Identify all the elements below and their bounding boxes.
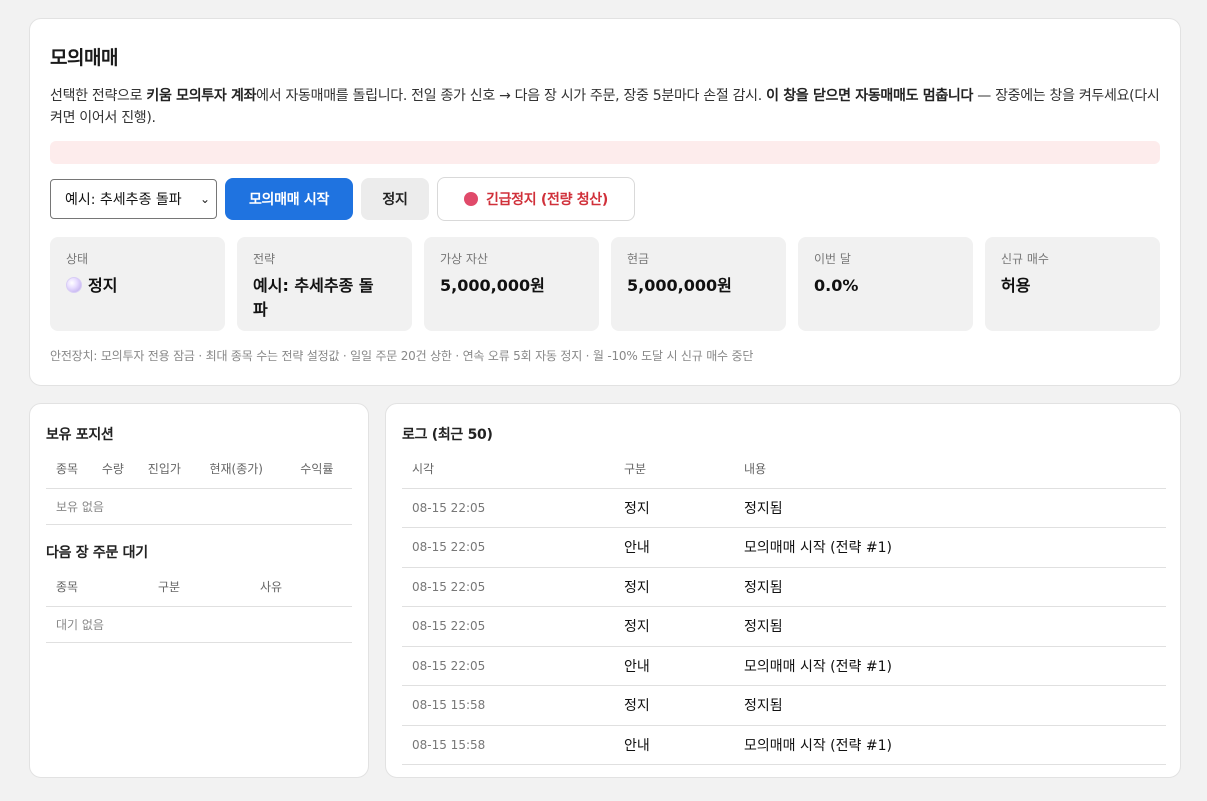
- desc-text: 선택한 전략으로: [50, 88, 147, 104]
- column-header: 현재(종가): [199, 450, 291, 489]
- log-message: 정지됨: [734, 488, 1166, 528]
- stat-value: 5,000,000원: [627, 276, 732, 295]
- log-kind: 정지: [614, 685, 734, 726]
- log-table: 시각 구분 내용 08-15 22:05 정지 정지됨 08-15 22:05 …: [402, 450, 1166, 765]
- stat-label: 이번 달: [814, 252, 851, 266]
- pending-table: 종목 구분 사유 대기 없음: [46, 568, 352, 643]
- column-header: 종목: [46, 450, 92, 489]
- empty-message: 대기 없음: [46, 606, 352, 643]
- log-message: 모의매매 시작 (전략 #1): [734, 725, 1166, 765]
- stat-this-month: 이번 달 0.0%: [798, 237, 973, 331]
- table-row: 08-15 15:58 정지 정지됨: [402, 685, 1166, 726]
- pending-title: 다음 장 주문 대기: [46, 545, 148, 561]
- chevron-down-icon: ⌄: [199, 192, 210, 206]
- column-header: 사유: [250, 568, 352, 607]
- column-header: 종목: [46, 568, 148, 607]
- stat-label: 전략: [253, 252, 276, 266]
- safety-note: 안전장치: 모의투자 전용 잠금 · 최대 종목 수는 전략 설정값 · 일일 …: [50, 349, 754, 363]
- column-header: 진입가: [137, 450, 200, 489]
- table-row: 대기 없음: [46, 606, 352, 643]
- positions-panel: 보유 포지션 종목 수량 진입가 현재(종가) 수익률 보유 없음 다음 장 주…: [29, 403, 369, 778]
- table-header-row: 종목 수량 진입가 현재(종가) 수익률: [46, 450, 352, 489]
- log-time: 08-15 22:05: [402, 488, 614, 528]
- log-time: 08-15 22:05: [402, 646, 614, 686]
- log-panel: 로그 (최근 50) 시각 구분 내용 08-15 22:05 정지 정지됨 0…: [385, 403, 1181, 778]
- strategy-select[interactable]: 예시: 추세추종 돌파 ⌄: [50, 179, 217, 219]
- stat-value: 0.0%: [814, 276, 859, 295]
- stat-label: 상태: [66, 252, 89, 266]
- log-kind: 정지: [614, 567, 734, 607]
- stat-virtual-assets: 가상 자산 5,000,000원: [424, 237, 599, 331]
- stat-label: 현금: [627, 252, 650, 266]
- stats-row: 상태 정지 전략 예시: 추세추종 돌파 가상 자산 5,000,000원 현금…: [50, 237, 1160, 331]
- red-circle-icon: [464, 192, 478, 206]
- table-header-row: 시각 구분 내용: [402, 450, 1166, 489]
- log-message: 정지됨: [734, 685, 1166, 726]
- table-row: 08-15 22:05 정지 정지됨: [402, 606, 1166, 647]
- column-header: 수량: [91, 450, 138, 489]
- table-row: 보유 없음: [46, 488, 352, 525]
- stat-new-buy: 신규 매수 허용: [985, 237, 1160, 331]
- column-header: 수익률: [290, 450, 352, 489]
- stat-label: 신규 매수: [1001, 252, 1049, 266]
- main-panel: 모의매매 선택한 전략으로 키움 모의투자 계좌에서 자동매매를 돌립니다. 전…: [29, 18, 1181, 386]
- log-kind: 안내: [614, 725, 734, 765]
- table-header-row: 종목 구분 사유: [46, 568, 352, 607]
- stat-status: 상태 정지: [50, 237, 225, 331]
- positions-title: 보유 포지션: [46, 427, 114, 443]
- empty-message: 보유 없음: [46, 488, 352, 525]
- description: 선택한 전략으로 키움 모의투자 계좌에서 자동매매를 돌립니다. 전일 종가 …: [50, 85, 1160, 129]
- log-time: 08-15 15:58: [402, 685, 614, 726]
- log-message: 모의매매 시작 (전략 #1): [734, 527, 1166, 568]
- stat-value: 5,000,000원: [440, 276, 545, 295]
- stat-value: 허용: [1001, 276, 1031, 295]
- table-row: 08-15 22:05 정지 정지됨: [402, 488, 1166, 528]
- status-value: 정지: [88, 276, 118, 295]
- log-kind: 정지: [614, 606, 734, 647]
- column-header: 구분: [148, 568, 250, 607]
- stat-value: 정지: [66, 274, 209, 298]
- page-title: 모의매매: [50, 47, 118, 69]
- stop-button[interactable]: 정지: [361, 178, 429, 220]
- table-row: 08-15 22:05 정지 정지됨: [402, 567, 1166, 607]
- emergency-stop-button[interactable]: 긴급정지 (전량 청산): [437, 177, 635, 221]
- stat-strategy: 전략 예시: 추세추종 돌파: [237, 237, 412, 331]
- desc-text: 에서 자동매매를 돌립니다. 전일 종가 신호 → 다음 장 시가 주문, 장중…: [256, 88, 767, 104]
- log-kind: 정지: [614, 488, 734, 528]
- start-button[interactable]: 모의매매 시작: [225, 178, 353, 220]
- log-kind: 안내: [614, 527, 734, 568]
- alert-bar: [50, 141, 1160, 164]
- column-header: 구분: [614, 450, 734, 489]
- stat-label: 가상 자산: [440, 252, 488, 266]
- strategy-select-value: 예시: 추세추종 돌파: [65, 192, 182, 208]
- log-time: 08-15 22:05: [402, 527, 614, 568]
- stat-value: 예시: 추세추종 돌파: [253, 276, 374, 319]
- log-message: 정지됨: [734, 567, 1166, 607]
- log-time: 08-15 15:58: [402, 725, 614, 765]
- positions-table: 종목 수량 진입가 현재(종가) 수익률 보유 없음: [46, 450, 352, 525]
- desc-bold-warning: 이 창을 닫으면 자동매매도 멈춥니다: [766, 88, 974, 104]
- column-header: 시각: [402, 450, 614, 489]
- table-row: 08-15 15:58 안내 모의매매 시작 (전략 #1): [402, 725, 1166, 765]
- stat-cash: 현금 5,000,000원: [611, 237, 786, 331]
- log-kind: 안내: [614, 646, 734, 686]
- table-row: 08-15 22:05 안내 모의매매 시작 (전략 #1): [402, 646, 1166, 686]
- log-time: 08-15 22:05: [402, 567, 614, 607]
- moon-icon: [66, 277, 82, 293]
- emergency-stop-label: 긴급정지 (전량 청산): [486, 192, 608, 208]
- log-title: 로그 (최근 50): [402, 427, 493, 443]
- column-header: 내용: [734, 450, 1166, 489]
- log-message: 정지됨: [734, 606, 1166, 647]
- desc-bold-account: 키움 모의투자 계좌: [146, 88, 257, 104]
- log-time: 08-15 22:05: [402, 606, 614, 647]
- log-message: 모의매매 시작 (전략 #1): [734, 646, 1166, 686]
- table-row: 08-15 22:05 안내 모의매매 시작 (전략 #1): [402, 527, 1166, 568]
- control-bar: 예시: 추세추종 돌파 ⌄ 모의매매 시작 정지 긴급정지 (전량 청산): [50, 177, 635, 221]
